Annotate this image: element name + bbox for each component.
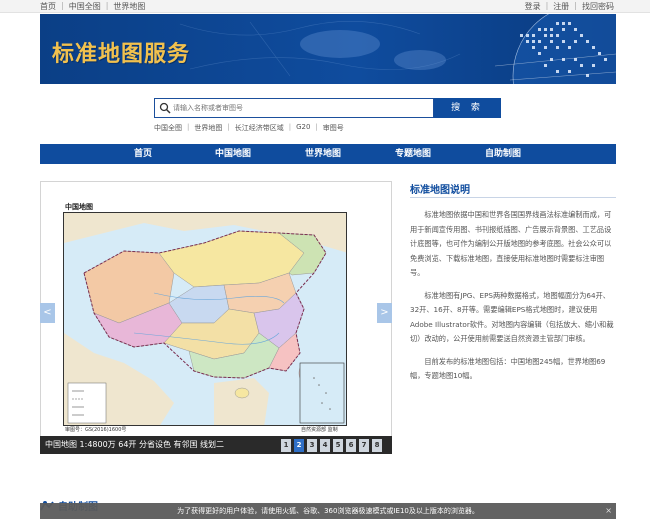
quick-link-world[interactable]: 世界地图 <box>194 123 222 133</box>
browser-notice-bar: 为了获得更好的用户体验，请使用火狐、谷歌、360浏览器极速模式或IE10及以上版… <box>40 503 616 519</box>
quick-link-review-number[interactable]: 审图号 <box>323 123 344 133</box>
china-map-graphic <box>64 213 346 425</box>
main-nav: 首页 中国地图 世界地图 专题地图 自助制图 <box>40 144 616 164</box>
standard-map-description: 标准地图说明 标准地图依据中国和世界各国国界线画法标准编制而成，可用于新闻宣传用… <box>410 181 616 384</box>
pager-page-6[interactable]: 6 <box>346 439 356 452</box>
carousel-next-button[interactable]: > <box>377 303 392 323</box>
recover-password-link[interactable]: 找回密码 <box>582 1 614 12</box>
separator: | <box>61 1 64 10</box>
map-supervisor: 自然资源部 监制 <box>301 427 338 433</box>
pager-page-5[interactable]: 5 <box>333 439 343 452</box>
carousel-prev-button[interactable]: < <box>40 303 55 323</box>
pager-page-4[interactable]: 4 <box>320 439 330 452</box>
separator: | <box>545 1 549 10</box>
carousel-caption-bar: 中国地图 1:4800万 64开 分省设色 有邻国 线划二 1 2 3 4 5 … <box>40 436 392 454</box>
close-icon[interactable]: × <box>605 503 612 519</box>
pager-page-2[interactable]: 2 <box>294 439 304 452</box>
register-link[interactable]: 注册 <box>553 1 569 12</box>
login-link[interactable]: 登录 <box>525 1 541 12</box>
top-link-world-map[interactable]: 世界地图 <box>113 1 145 12</box>
browser-notice-text: 为了获得更好的用户体验，请使用火狐、谷歌、360浏览器极速模式或IE10及以上版… <box>177 507 479 515</box>
separator: | <box>187 123 190 131</box>
pager-page-7[interactable]: 7 <box>359 439 369 452</box>
carousel-pager: 1 2 3 4 5 6 7 8 <box>281 439 382 452</box>
search-input[interactable] <box>173 101 428 115</box>
top-link-home[interactable]: 首页 <box>40 1 56 12</box>
separator: | <box>288 123 292 131</box>
separator: | <box>315 123 318 131</box>
separator: | <box>105 1 109 10</box>
site-banner: 标准地图服务 <box>40 14 616 84</box>
title-divider <box>410 197 616 198</box>
top-link-china-map[interactable]: 中国全图 <box>69 1 101 12</box>
map-title: 中国地图 <box>65 202 93 211</box>
separator: | <box>227 123 230 131</box>
description-title: 标准地图说明 <box>410 185 470 196</box>
china-map-image[interactable] <box>63 212 347 426</box>
description-paragraph-1: 标准地图依据中国和世界各国国界线画法标准编制而成，可用于新闻宣传用图、书刊报纸插… <box>410 210 612 277</box>
nav-item-home[interactable]: 首页 <box>98 144 188 164</box>
description-paragraph-3: 目前发布的标准地图包括：中国地图245幅，世界地图69幅，专题地图10幅。 <box>410 356 606 381</box>
search-icon <box>159 102 171 114</box>
top-bar: 首页 | 中国全图 | 世界地图 登录 | 注册 | 找回密码 <box>0 0 650 13</box>
banner-title: 标准地图服务 <box>52 42 191 67</box>
quick-link-china[interactable]: 中国全图 <box>154 123 182 133</box>
nav-item-thematic-map[interactable]: 专题地图 <box>368 144 458 164</box>
top-right-links: 登录 | 注册 | 找回密码 <box>525 1 614 12</box>
description-paragraph-2: 标准地图有JPG、EPS两种数据格式，地图幅面分为64开、32开、16开、8开等… <box>410 290 614 344</box>
nav-item-china-map[interactable]: 中国地图 <box>188 144 278 164</box>
pager-page-8[interactable]: 8 <box>372 439 382 452</box>
separator: | <box>574 1 577 10</box>
nav-item-self-mapping[interactable]: 自助制图 <box>458 144 548 164</box>
map-review-number: 审图号：GS(2016)1600号 <box>65 427 127 433</box>
quick-link-yangtze[interactable]: 长江经济带区域 <box>235 123 284 133</box>
search-button[interactable]: 搜 索 <box>434 98 501 118</box>
pager-page-3[interactable]: 3 <box>307 439 317 452</box>
map-carousel[interactable]: 中国地图 审图号：GS(2016)1600号 自然资源部 监制 <box>40 181 392 453</box>
search-quick-links: 中国全图 | 世界地图 | 长江经济带区域 | G20 | 审图号 <box>154 123 344 133</box>
top-left-links: 首页 | 中国全图 | 世界地图 <box>40 1 145 12</box>
carousel-caption[interactable]: 中国地图 1:4800万 64开 分省设色 有邻国 线划二 <box>45 439 224 450</box>
pager-page-1[interactable]: 1 <box>281 439 291 452</box>
search-box <box>154 98 434 118</box>
quick-link-g20[interactable]: G20 <box>296 123 310 133</box>
nav-item-world-map[interactable]: 世界地图 <box>278 144 368 164</box>
